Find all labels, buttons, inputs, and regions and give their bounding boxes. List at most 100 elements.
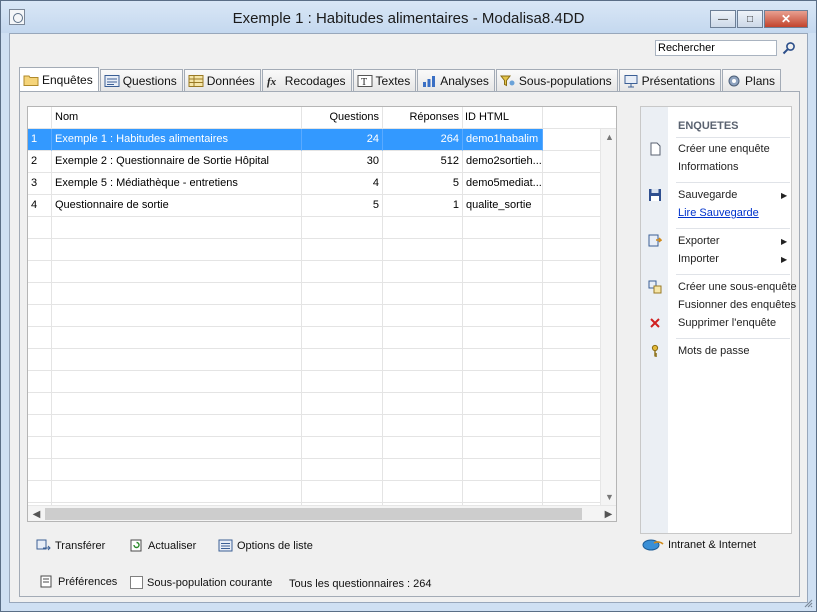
cell-nom	[52, 305, 302, 327]
empty-row[interactable]	[28, 349, 616, 371]
scroll-down-icon[interactable]: ▼	[601, 489, 616, 505]
tab-recodages[interactable]: fx Recodages	[261, 69, 352, 91]
header-id-html[interactable]: ID HTML	[463, 107, 543, 129]
tab-label: Données	[206, 73, 255, 88]
table-row[interactable]: 4 Questionnaire de sortie 5 1 qualite_sortie	[28, 195, 616, 217]
horizontal-scrollbar[interactable]: ◀ ▶	[28, 505, 616, 521]
surveys-table[interactable]: Nom Questions Réponses ID HTML 1 Exemple …	[27, 106, 617, 522]
create-sub-survey-item[interactable]: Créer une sous-enquête	[678, 281, 797, 293]
passwords-item[interactable]: Mots de passe	[678, 345, 750, 357]
key-icon	[651, 344, 659, 357]
information-item[interactable]: Informations	[678, 161, 739, 173]
cell-num	[28, 437, 52, 459]
read-save-link[interactable]: Lire Sauvegarde	[678, 207, 759, 219]
cell-nom	[52, 239, 302, 261]
cell-num: 3	[28, 173, 52, 195]
cell-questions	[302, 393, 383, 415]
header-questions[interactable]: Questions	[302, 107, 383, 129]
maximize-button[interactable]: □	[737, 10, 763, 28]
header-reponses[interactable]: Réponses	[383, 107, 463, 129]
refresh-label: Actualiser	[148, 539, 197, 552]
title-bar[interactable]: Exemple 1 : Habitudes alimentaires - Mod…	[1, 1, 816, 33]
questions-icon	[104, 74, 120, 88]
tab-analyses[interactable]: Analyses	[417, 69, 495, 91]
cell-nom	[52, 415, 302, 437]
empty-row[interactable]	[28, 217, 616, 239]
floppy-disk-icon	[649, 189, 661, 201]
refresh-button[interactable]: Actualiser	[129, 539, 196, 552]
tab-donnees[interactable]: Données	[183, 69, 261, 91]
empty-row[interactable]	[28, 261, 616, 283]
merge-surveys-item[interactable]: Fusionner des enquêtes	[678, 299, 796, 311]
empty-row[interactable]	[28, 283, 616, 305]
create-survey-item[interactable]: Créer une enquête	[678, 143, 770, 155]
cell-questions	[302, 349, 383, 371]
list-options-button[interactable]: Options de liste	[218, 539, 313, 552]
empty-row[interactable]	[28, 371, 616, 393]
tab-presentations[interactable]: Présentations	[618, 69, 722, 91]
save-item[interactable]: Sauvegarde	[678, 189, 737, 201]
cell-id	[463, 305, 543, 327]
scroll-right-icon[interactable]: ▶	[600, 506, 616, 521]
cell-nom	[52, 459, 302, 481]
cell-id: demo1habalim	[463, 129, 543, 151]
divider	[676, 182, 790, 183]
search-input[interactable]: Rechercher	[655, 40, 777, 56]
delete-survey-item[interactable]: Supprimer l'enquête	[678, 317, 776, 329]
tab-plans[interactable]: Plans	[722, 69, 782, 91]
cell-questions	[302, 305, 383, 327]
empty-row[interactable]	[28, 393, 616, 415]
cell-nom: Exemple 5 : Médiathèque - entretiens	[52, 173, 302, 195]
minimize-button[interactable]: —	[710, 10, 736, 28]
scroll-thumb[interactable]	[45, 508, 582, 520]
vertical-scrollbar[interactable]: ▲ ▼	[600, 129, 616, 505]
resize-grip-icon[interactable]	[803, 598, 813, 608]
cell-questions	[302, 371, 383, 393]
cell-reponses	[383, 305, 463, 327]
table-header-row: Nom Questions Réponses ID HTML	[28, 107, 616, 129]
subpop-checkbox[interactable]	[130, 576, 143, 589]
intranet-internet-button[interactable]: Intranet & Internet	[642, 538, 756, 551]
empty-row[interactable]	[28, 437, 616, 459]
cell-num	[28, 239, 52, 261]
search-icon[interactable]	[782, 41, 796, 55]
empty-row[interactable]	[28, 415, 616, 437]
tab-label: Questions	[122, 73, 177, 88]
cell-questions	[302, 261, 383, 283]
cell-reponses	[383, 261, 463, 283]
cell-questions	[302, 283, 383, 305]
tab-questions[interactable]: Questions	[99, 69, 183, 91]
sub-survey-icon	[648, 280, 662, 294]
close-button[interactable]: ✕	[764, 10, 808, 28]
tab-textes[interactable]: T Textes	[352, 69, 417, 91]
empty-row[interactable]	[28, 459, 616, 481]
table-row[interactable]: 2 Exemple 2 : Questionnaire de Sortie Hôp…	[28, 151, 616, 173]
delete-icon	[650, 318, 660, 328]
tab-sous-populations[interactable]: Sous-populations	[495, 69, 618, 91]
scroll-up-icon[interactable]: ▲	[601, 129, 616, 145]
cell-nom: Questionnaire de sortie	[52, 195, 302, 217]
cell-nom	[52, 349, 302, 371]
tab-enquetes[interactable]: Enquêtes	[19, 67, 99, 91]
transfer-icon	[36, 539, 51, 552]
scroll-left-icon[interactable]: ◀	[28, 506, 45, 521]
cell-nom	[52, 371, 302, 393]
cell-num	[28, 481, 52, 503]
empty-row[interactable]	[28, 305, 616, 327]
empty-row[interactable]	[28, 481, 616, 503]
list-options-label: Options de liste	[237, 539, 313, 552]
table-row[interactable]: 3 Exemple 5 : Médiathèque - entretiens 4 5 d…	[28, 173, 616, 195]
cell-questions	[302, 239, 383, 261]
export-item[interactable]: Exporter	[678, 235, 720, 247]
transfer-button[interactable]: Transférer	[36, 539, 105, 552]
divider	[676, 274, 790, 275]
client-area: Rechercher Enquêtes Questions Données fx…	[9, 33, 808, 603]
cell-num	[28, 327, 52, 349]
empty-row[interactable]	[28, 239, 616, 261]
import-item[interactable]: Importer	[678, 253, 719, 265]
preferences-button[interactable]: Préférences	[39, 575, 117, 588]
table-row[interactable]: 1 Exemple 1 : Habitudes alimentaires 24 264…	[28, 129, 616, 151]
header-nom[interactable]: Nom	[52, 107, 302, 129]
empty-row[interactable]	[28, 327, 616, 349]
subpop-checkbox-row[interactable]: Sous-population courante	[130, 576, 272, 589]
